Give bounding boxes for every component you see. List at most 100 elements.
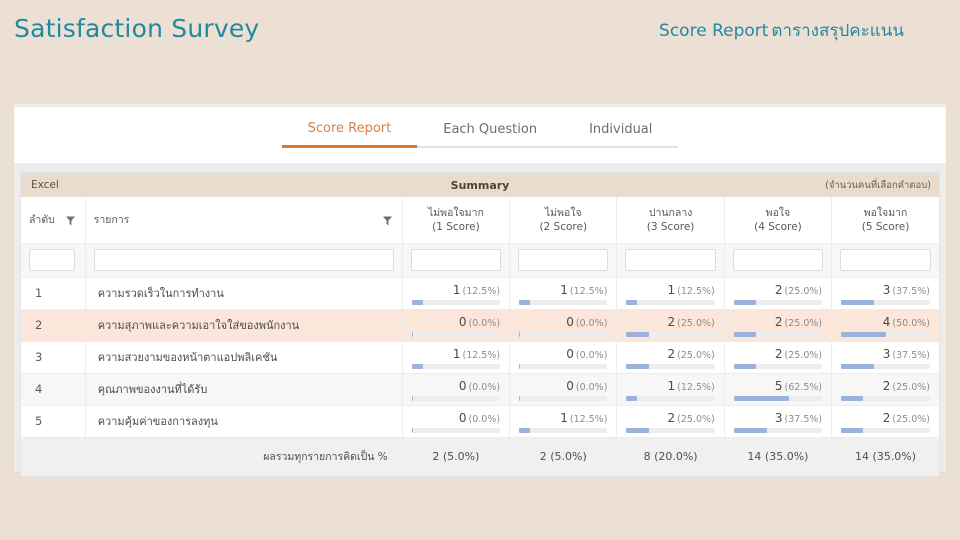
table-row[interactable]: 4 คุณภาพของงานที่ได้รับ 0 (0.0%) 0 (0.0%) 1 (12… <box>21 373 939 406</box>
score-bar-track <box>411 396 501 402</box>
table-row[interactable]: 5 ความคุ้มค่าของการลงทุน 0 (0.0%) 1 (12.5%) 2(… <box>21 405 939 438</box>
page-subtitle: Score Report ตารางสรุปคะแนน <box>659 17 904 44</box>
score-cell: 2 (25.0%) <box>724 277 833 310</box>
tab-individual[interactable]: Individual <box>563 118 679 148</box>
score-percent: (0.0%) <box>468 317 501 329</box>
score-cell: 1 (12.5%) <box>616 277 725 310</box>
score-bar-fill <box>519 396 521 402</box>
col-header-s2[interactable]: ไม่พอใจ (2 Score) <box>509 197 618 244</box>
score-count: 2 <box>774 282 783 297</box>
score-bar-fill <box>519 332 521 338</box>
row-item-label: ความรวดเร็วในการทำงาน <box>85 277 403 310</box>
score-count: 0 <box>458 378 467 393</box>
filter-icon-seq[interactable] <box>65 215 75 226</box>
filter-input-s5[interactable] <box>840 249 931 271</box>
score-value-line: 5 (62.5%) <box>734 377 822 393</box>
score-bar-track <box>733 396 823 402</box>
table-row[interactable]: 1 ความรวดเร็วในการทำงาน 1 (12.5%) 1 (12.5%) 1(… <box>21 277 939 310</box>
filter-input-s1[interactable] <box>410 249 502 271</box>
col-header-s4[interactable]: พอใจ (4 Score) <box>724 197 833 244</box>
score-cell: 3 (37.5%) <box>831 341 939 374</box>
score-percent: (25.0%) <box>677 317 715 329</box>
col-header-label-item: รายการ <box>93 213 130 226</box>
table-row[interactable]: 2 ความสุภาพและความเอาใจใส่ของพนักงาน 0 (0.0… <box>21 309 939 342</box>
filter-input-s2[interactable] <box>518 249 609 271</box>
filter-input-s4[interactable] <box>732 249 824 271</box>
score-bar-track <box>626 428 715 434</box>
filter-cell-s3 <box>616 243 725 278</box>
score-bar-track <box>733 300 823 306</box>
col-header-label-s2: ไม่พอใจ <box>544 206 582 219</box>
score-bar-fill <box>519 428 531 434</box>
score-bar-track <box>626 300 715 306</box>
score-percent: (12.5%) <box>569 413 608 425</box>
col-header-s5[interactable]: พอใจมาก (5 Score) <box>831 197 939 244</box>
score-percent: (0.0%) <box>575 381 608 393</box>
score-percent: (25.0%) <box>892 381 930 393</box>
score-count: 2 <box>774 314 783 329</box>
col-header-sub-s5: (5 Score) <box>861 220 910 233</box>
score-percent: (0.0%) <box>468 413 501 425</box>
row-item-label: คุณภาพของงานที่ได้รับ <box>85 373 403 406</box>
row-sequence: 1 <box>21 277 86 310</box>
score-count: 1 <box>560 410 568 425</box>
filter-icon-item[interactable] <box>382 215 392 226</box>
score-bar-track <box>411 364 501 370</box>
score-bar-fill <box>411 428 413 434</box>
col-header-s3[interactable]: ปานกลาง (3 Score) <box>616 197 725 244</box>
score-cell: 1 (12.5%) <box>402 341 511 374</box>
score-cell: 5 (62.5%) <box>724 373 833 406</box>
page-subtitle-en: Score Report <box>659 21 769 41</box>
score-bar-fill <box>733 300 756 306</box>
tab-score-report[interactable]: Score Report <box>281 117 418 148</box>
filter-input-item[interactable] <box>93 249 394 271</box>
score-cell: 0 (0.0%) <box>509 373 618 406</box>
score-value-line: 2 (25.0%) <box>734 313 822 329</box>
score-bar-fill <box>733 396 789 402</box>
total-row-spacer <box>21 436 86 476</box>
score-value-line: 2 (25.0%) <box>626 313 715 329</box>
score-value-line: 0 (0.0%) <box>519 345 607 361</box>
score-total-row: ผลรวมทุกรายการคิดเป็น % 2 (5.0%) 2 (5.0%) 8… <box>21 436 939 476</box>
score-percent: (25.0%) <box>784 285 823 297</box>
score-bar-track <box>626 332 715 338</box>
page-subtitle-th: ตารางสรุปคะแนน <box>771 21 904 41</box>
score-percent: (12.5%) <box>677 285 715 297</box>
col-header-item[interactable]: รายการ <box>85 197 403 244</box>
col-header-sub-s4: (4 Score) <box>754 220 802 233</box>
row-item-label: ความสวยงามของหน้าตาแอปพลิเคชัน <box>85 341 403 374</box>
score-bar-track <box>626 396 715 402</box>
filter-cell-item <box>85 243 403 278</box>
total-value: 2 (5.0%) <box>509 436 618 476</box>
score-value-line: 2 (25.0%) <box>841 409 930 425</box>
score-cell: 2 (25.0%) <box>616 405 725 438</box>
score-table-foot: ผลรวมทุกรายการคิดเป็น % 2 (5.0%) 2 (5.0%) 8… <box>21 436 939 476</box>
score-value-line: 1 (12.5%) <box>412 281 500 297</box>
tab-each-question[interactable]: Each Question <box>417 118 564 148</box>
score-bar-track <box>519 364 608 370</box>
filter-cell-s4 <box>724 243 833 278</box>
score-count: 3 <box>882 346 891 361</box>
table-row[interactable]: 3 ความสวยงามของหน้าตาแอปพลิเคชัน 1 (12.5%) 0… <box>21 341 939 374</box>
score-table-body: 1 ความรวดเร็วในการทำงาน 1 (12.5%) 1 (12.5%) 1(… <box>21 277 939 438</box>
score-bar-track <box>841 332 930 338</box>
col-header-s1[interactable]: ไม่พอใจมาก (1 Score) <box>402 197 511 244</box>
filter-input-s3[interactable] <box>625 249 716 271</box>
score-percent: (25.0%) <box>784 349 823 361</box>
score-cell: 4 (50.0%) <box>831 309 939 342</box>
score-value-line: 2 (25.0%) <box>626 345 715 361</box>
score-value-line: 2 (25.0%) <box>626 409 715 425</box>
score-cell: 0 (0.0%) <box>402 405 511 438</box>
score-value-line: 1 (12.5%) <box>519 409 607 425</box>
report-panel: Score Report Each Question Individual Exce… <box>14 104 946 477</box>
filter-input-seq[interactable] <box>29 249 75 271</box>
col-header-seq[interactable]: ลำดับ <box>21 197 86 244</box>
score-table: ลำดับ รายการ ไม่พอใจมาก (1 Score) ไม่พอใจ (2 … <box>21 197 939 476</box>
score-count: 2 <box>882 378 891 393</box>
score-cell: 2 (25.0%) <box>616 309 725 342</box>
score-cell: 0 (0.0%) <box>509 309 618 342</box>
score-bar-fill <box>411 300 423 306</box>
score-cell: 2 (25.0%) <box>616 341 725 374</box>
score-percent: (25.0%) <box>677 349 715 361</box>
filter-cell-s1 <box>402 243 511 278</box>
